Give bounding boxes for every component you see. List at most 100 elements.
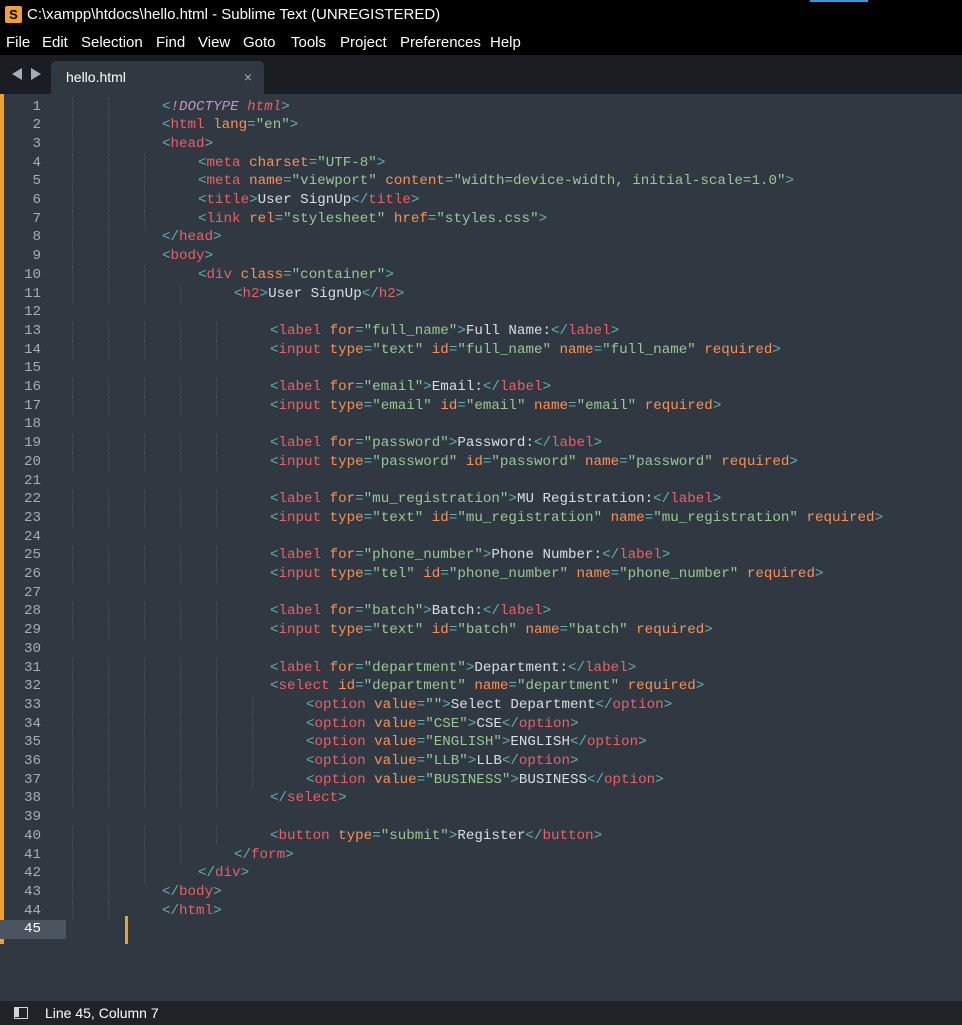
- code-token: "phone_number": [363, 547, 483, 564]
- code-token: name: [585, 453, 620, 470]
- code-line[interactable]: 27: [0, 584, 962, 603]
- menu-tools[interactable]: Tools: [291, 30, 326, 55]
- code-token: Phone Number:: [491, 547, 603, 564]
- indent-guide: [72, 714, 73, 734]
- code-editor[interactable]: 1 <!DOCTYPE html> 2 <html lang="en"> 3 <head>…: [0, 94, 962, 1001]
- code-line[interactable]: 18: [0, 415, 962, 434]
- code-line[interactable]: 25 <label for="phone_number">Phone Number…: [0, 546, 962, 565]
- code-token: value: [374, 715, 417, 732]
- menu-goto[interactable]: Goto: [243, 30, 276, 55]
- code-line[interactable]: 33 <option value="">Select Department</op…: [0, 695, 962, 715]
- code-token: </: [533, 435, 551, 452]
- menu-project[interactable]: Project: [340, 30, 387, 55]
- menu-selection[interactable]: Selection: [81, 30, 143, 55]
- code-token: </: [361, 285, 379, 302]
- menu-find[interactable]: Find: [156, 30, 185, 55]
- code-line[interactable]: 39: [0, 808, 962, 827]
- indent-guide: [216, 621, 217, 640]
- code-line[interactable]: 9 <body>: [0, 247, 962, 266]
- code-token: <: [198, 210, 207, 227]
- code-line[interactable]: 19 <label for="password">Password:</label…: [0, 434, 962, 453]
- code-line[interactable]: 24: [0, 528, 962, 547]
- code-line[interactable]: 10 <div class="container">: [0, 265, 962, 285]
- code-line[interactable]: 42 </div>: [0, 864, 962, 883]
- code-token: =: [283, 173, 292, 190]
- indent-guide: [108, 247, 109, 266]
- code-token: required: [636, 622, 705, 639]
- code-line[interactable]: 36 <option value="LLB">LLB</option>: [0, 752, 962, 771]
- code-line[interactable]: 5 <meta name="viewport" content="width=de…: [0, 172, 962, 191]
- code-line[interactable]: 43 </body>: [0, 882, 962, 902]
- close-icon[interactable]: ×: [244, 61, 252, 94]
- code-token: >: [289, 117, 299, 134]
- code-line[interactable]: 2 <html lang="en">: [0, 116, 962, 135]
- indent-guide: [180, 565, 181, 584]
- code-line[interactable]: 34 <option value="CSE">CSE</option>: [0, 714, 962, 734]
- code-line[interactable]: 29 <input type="text" id="batch" name="ba…: [0, 621, 962, 640]
- code-text: <label for="password">Password:</label>: [270, 434, 602, 453]
- code-line[interactable]: 20 <input type="password" id="password" n…: [0, 452, 962, 472]
- code-token: "full_name": [457, 341, 551, 358]
- code-line[interactable]: 21: [0, 472, 962, 491]
- code-token: Batch:: [431, 603, 483, 620]
- tab-hello-html[interactable]: hello.html ×: [51, 61, 264, 94]
- code-token: <: [162, 117, 171, 134]
- code-line[interactable]: 16 <label for="email">Email:</label>: [0, 378, 962, 397]
- code-line[interactable]: 7 <link rel="stylesheet" href="styles.css…: [0, 209, 962, 229]
- code-token: >: [213, 883, 222, 900]
- code-line[interactable]: 32 <select id="department" name="departme…: [0, 677, 962, 696]
- code-line[interactable]: 44 </html>: [0, 901, 962, 921]
- code-line[interactable]: 23 <input type="text" id="mu_registration…: [0, 508, 962, 528]
- line-number: 15: [23, 360, 41, 377]
- code-line[interactable]: 1 <!DOCTYPE html>: [0, 97, 962, 117]
- code-line[interactable]: 15: [0, 359, 962, 378]
- code-line[interactable]: 37 <option value="BUSINESS">BUSINESS</opt…: [0, 770, 962, 790]
- menu-file[interactable]: File: [6, 30, 30, 55]
- code-token: =: [363, 341, 373, 358]
- code-line[interactable]: 22 <label for="mu_registration">MU Regist…: [0, 490, 962, 509]
- code-token: href: [393, 210, 428, 227]
- tab-nav-right-icon[interactable]: [31, 68, 41, 80]
- code-line[interactable]: 4 <meta charset="UTF-8">: [0, 153, 962, 173]
- line-number: 43: [23, 883, 41, 900]
- code-line[interactable]: 40 <button type="submit">Register</button…: [0, 826, 962, 846]
- code-line[interactable]: 3 <head>: [0, 134, 962, 154]
- indent-guide: [72, 658, 73, 678]
- menu-preferences[interactable]: Preferences: [400, 30, 481, 55]
- code-line[interactable]: 26 <input type="tel" id="phone_number" na…: [0, 565, 962, 584]
- code-line-active[interactable]: 45: [0, 920, 962, 939]
- side-panel-toggle-icon[interactable]: [14, 1007, 28, 1019]
- code-token: label: [550, 435, 594, 452]
- code-line[interactable]: 41 </form>: [0, 845, 962, 865]
- code-line[interactable]: 38 </select>: [0, 789, 962, 809]
- code-line[interactable]: 31 <label for="department">Department:</l…: [0, 658, 962, 678]
- code-line[interactable]: 35 <option value="ENGLISH">ENGLISH</optio…: [0, 733, 962, 752]
- code-token: </: [568, 659, 586, 676]
- code-line[interactable]: 6 <title>User SignUp</title>: [0, 191, 962, 210]
- code-line[interactable]: 12: [0, 303, 962, 322]
- tab-nav-left-icon[interactable]: [12, 68, 22, 80]
- line-number: 23: [23, 509, 41, 526]
- code-line[interactable]: 28 <label for="batch">Batch:</label>: [0, 602, 962, 622]
- indent-guide: [216, 546, 217, 565]
- code-line[interactable]: 30: [0, 640, 962, 659]
- indent-guide: [216, 733, 217, 752]
- code-line[interactable]: 8 </head>: [0, 228, 962, 248]
- menu-view[interactable]: View: [198, 30, 230, 55]
- indent-guide: [144, 826, 145, 846]
- code-line[interactable]: 14 <input type="text" id="full_name" name…: [0, 340, 962, 360]
- code-line[interactable]: 17 <input type="email" id="email" name="e…: [0, 396, 962, 416]
- indent-guide: [144, 490, 145, 509]
- menu-help[interactable]: Help: [490, 30, 521, 55]
- code-token: id: [431, 622, 449, 639]
- code-line[interactable]: 13 <label for="full_name">Full Name:</lab…: [0, 321, 962, 341]
- code-line[interactable]: 11 <h2>User SignUp</h2>: [0, 284, 962, 304]
- code-token: =: [355, 603, 364, 620]
- code-token: id: [431, 509, 449, 526]
- menu-edit[interactable]: Edit: [42, 30, 68, 55]
